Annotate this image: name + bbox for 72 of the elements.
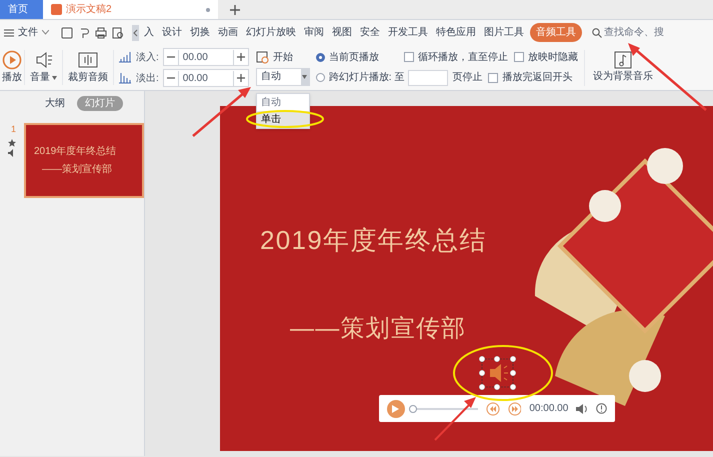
- menu-icon: [4, 28, 14, 36]
- search-field[interactable]: 查找命令、搜: [592, 25, 664, 40]
- progress-thumb[interactable]: [408, 404, 417, 412]
- volume-button[interactable]: 音量: [25, 50, 63, 85]
- plus-icon[interactable]: [230, 4, 240, 14]
- ribbon-tab[interactable]: 安全: [356, 25, 384, 40]
- audio-speaker-icon[interactable]: [479, 356, 516, 390]
- undo-icon[interactable]: [78, 26, 90, 38]
- ribbon-tab[interactable]: 视图: [328, 25, 356, 40]
- checkbox[interactable]: 放映时隐藏: [514, 50, 578, 64]
- radio-label: 跨幻灯片播放: 至: [328, 70, 404, 85]
- search-icon: [592, 28, 602, 38]
- page-number-field[interactable]: [408, 70, 448, 86]
- ribbon-tab[interactable]: 入: [140, 25, 158, 40]
- ribbon-tab[interactable]: 图片工具: [480, 25, 528, 40]
- start-dropdown[interactable]: 自动: [256, 68, 310, 86]
- plus-icon[interactable]: [236, 53, 245, 61]
- menu-option[interactable]: 自动: [256, 94, 309, 110]
- annotation-arrow: [192, 86, 251, 136]
- print-icon[interactable]: [95, 26, 107, 38]
- speaker-icon: [34, 50, 54, 70]
- fade-label: 淡入:: [136, 50, 159, 64]
- save-icon[interactable]: [61, 26, 73, 38]
- ribbon-tab[interactable]: 幻灯片放映: [242, 25, 300, 40]
- thumbnail-subtitle: ——策划宣传部: [41, 164, 113, 174]
- document-tab[interactable]: 首页: [0, 0, 43, 19]
- info-icon[interactable]: [596, 403, 607, 414]
- volume-icon[interactable]: [576, 404, 588, 414]
- annotation-arrow: [434, 397, 476, 441]
- caret-icon: [302, 74, 308, 78]
- slide-subtitle: ——策划宣传部: [290, 314, 466, 344]
- audio-clip-icon: [77, 50, 99, 70]
- ribbon-tab[interactable]: 切换: [186, 25, 214, 40]
- music-note-icon: [614, 51, 632, 69]
- start-label: 开始: [272, 50, 293, 64]
- trim-audio-button[interactable]: 裁剪音频: [63, 50, 114, 85]
- spin-field[interactable]: 00.00: [162, 69, 249, 87]
- slide-number: 1: [10, 123, 16, 136]
- slide-title: 2019年度年终总结: [260, 224, 487, 257]
- file-menu[interactable]: 文件: [0, 25, 53, 40]
- fade-in-icon: [118, 51, 132, 63]
- ribbon-tab[interactable]: 设计: [158, 25, 186, 40]
- fade-label: 淡出:: [136, 72, 159, 86]
- checkbox[interactable]: 播放完返回开头: [488, 70, 572, 85]
- play-button[interactable]: 播放: [0, 50, 25, 85]
- slide-thumbnail[interactable]: 2019年度年终总结 ——策划宣传部: [24, 123, 144, 198]
- preview-icon[interactable]: [112, 26, 124, 38]
- ribbon-tab[interactable]: 特色应用: [432, 25, 480, 40]
- play-icon[interactable]: [2, 50, 22, 70]
- fade-out-icon: [118, 72, 132, 84]
- time-display: 00:00.00: [529, 402, 568, 416]
- ribbon-tab[interactable]: 审阅: [300, 25, 328, 40]
- scroll-left-icon[interactable]: [132, 24, 139, 40]
- thumbnail-title: 2019年度年终总结: [34, 146, 118, 156]
- ribbon-tab[interactable]: 开发工具: [384, 25, 432, 40]
- play-icon: [392, 404, 400, 412]
- spin-field[interactable]: 00.00: [162, 48, 249, 66]
- page-stop-label: 页停止: [452, 70, 482, 85]
- caret-icon: [52, 76, 57, 80]
- radio-label: 当前页播放: [328, 50, 379, 64]
- clock-icon: [256, 50, 269, 64]
- speaker-icon: [8, 148, 16, 156]
- checkbox[interactable]: 循环播放，直至停止: [404, 50, 508, 64]
- radio-button[interactable]: [316, 73, 325, 82]
- ribbon-tab[interactable]: 动画: [214, 25, 242, 40]
- background-music-button[interactable]: 设为背景音乐: [584, 51, 661, 84]
- plus-icon[interactable]: [236, 74, 245, 82]
- star-icon: [8, 138, 16, 146]
- caret-icon: [42, 30, 49, 35]
- presentation-icon: [51, 4, 62, 15]
- panel-tab[interactable]: 大纲: [45, 96, 65, 110]
- radio-button[interactable]: [316, 52, 325, 62]
